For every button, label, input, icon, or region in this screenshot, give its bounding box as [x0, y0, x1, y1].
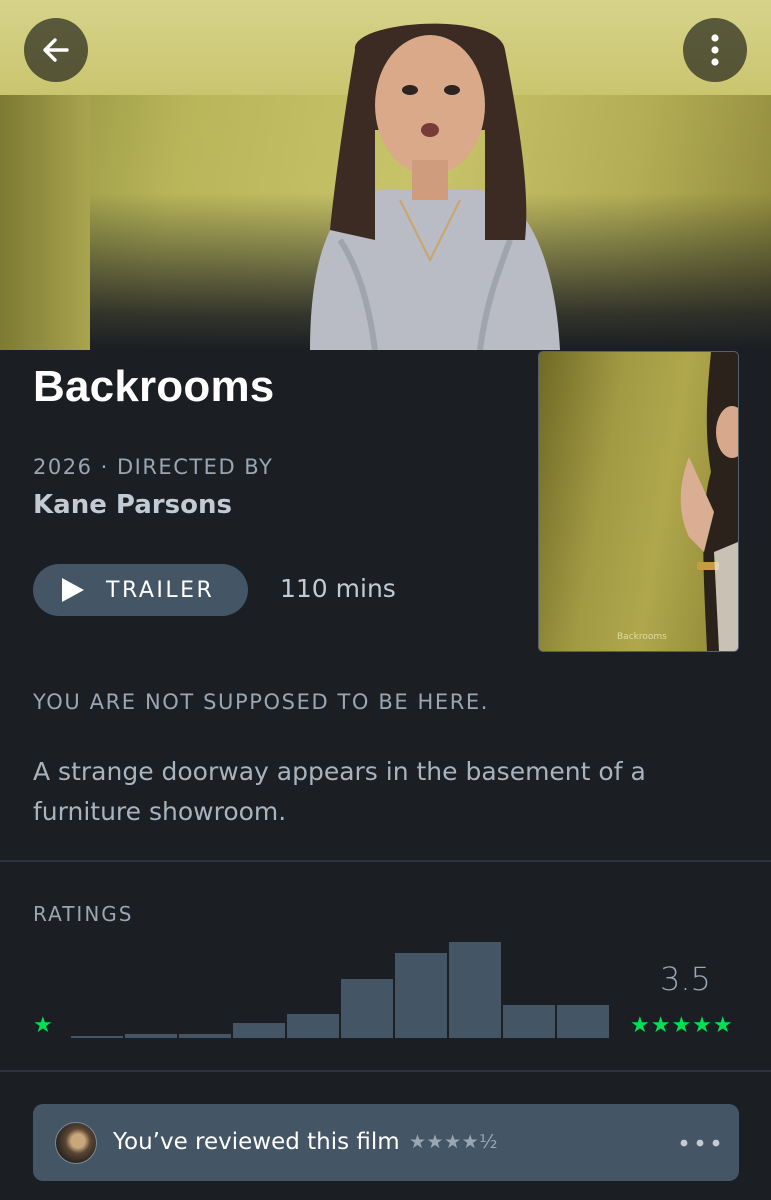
more-options-button[interactable] — [683, 18, 747, 82]
poster-image — [680, 352, 738, 651]
your-review-bar[interactable]: You’ve reviewed this film ★★★★½ — [33, 1104, 739, 1181]
back-button[interactable] — [24, 18, 88, 82]
more-horizontal-icon — [680, 1139, 720, 1147]
rating-bar-10[interactable] — [557, 1005, 609, 1038]
trailer-label: TRAILER — [106, 577, 215, 603]
backdrop-figure — [310, 23, 560, 350]
rating-bar-7[interactable] — [395, 953, 447, 1038]
avatar — [55, 1122, 97, 1164]
synopsis: A strange doorway appears in the basemen… — [33, 757, 646, 826]
rating-bar-8[interactable] — [449, 942, 501, 1038]
section-divider — [0, 860, 771, 862]
review-status-text: You’ve reviewed this film — [113, 1129, 400, 1155]
trailer-button[interactable]: TRAILER — [33, 564, 248, 616]
film-poster[interactable]: Backrooms — [538, 351, 739, 652]
review-rating-stars: ★★★★½ — [409, 1131, 499, 1153]
arrow-left-icon — [43, 38, 69, 62]
hero-backdrop — [0, 0, 771, 350]
poster-title-text: Backrooms — [617, 632, 667, 642]
director-link[interactable]: Kane Parsons — [33, 490, 232, 520]
rating-bar-3[interactable] — [179, 1034, 231, 1038]
rating-bar-1[interactable] — [71, 1036, 123, 1038]
min-rating-star-icon: ★ — [33, 1013, 53, 1038]
rating-bar-2[interactable] — [125, 1034, 177, 1038]
rating-bar-4[interactable] — [233, 1023, 285, 1038]
review-more-button[interactable] — [675, 1126, 725, 1160]
film-title: Backrooms — [33, 362, 275, 411]
rating-bar-6[interactable] — [341, 979, 393, 1038]
backdrop-wall — [0, 95, 90, 350]
year-directed-label: 2026 · DIRECTED BY — [33, 455, 274, 479]
more-vertical-icon — [711, 34, 719, 66]
rating-bar-5[interactable] — [287, 1014, 339, 1038]
average-rating: 3.5 — [660, 960, 711, 998]
max-rating-stars-icon: ★★★★★ — [630, 1013, 734, 1038]
section-divider — [0, 1070, 771, 1072]
runtime: 110 mins — [280, 574, 396, 603]
tagline: YOU ARE NOT SUPPOSED TO BE HERE. — [33, 690, 490, 714]
ratings-label: RATINGS — [33, 902, 134, 926]
play-icon — [62, 578, 84, 602]
rating-bar-9[interactable] — [503, 1005, 555, 1038]
